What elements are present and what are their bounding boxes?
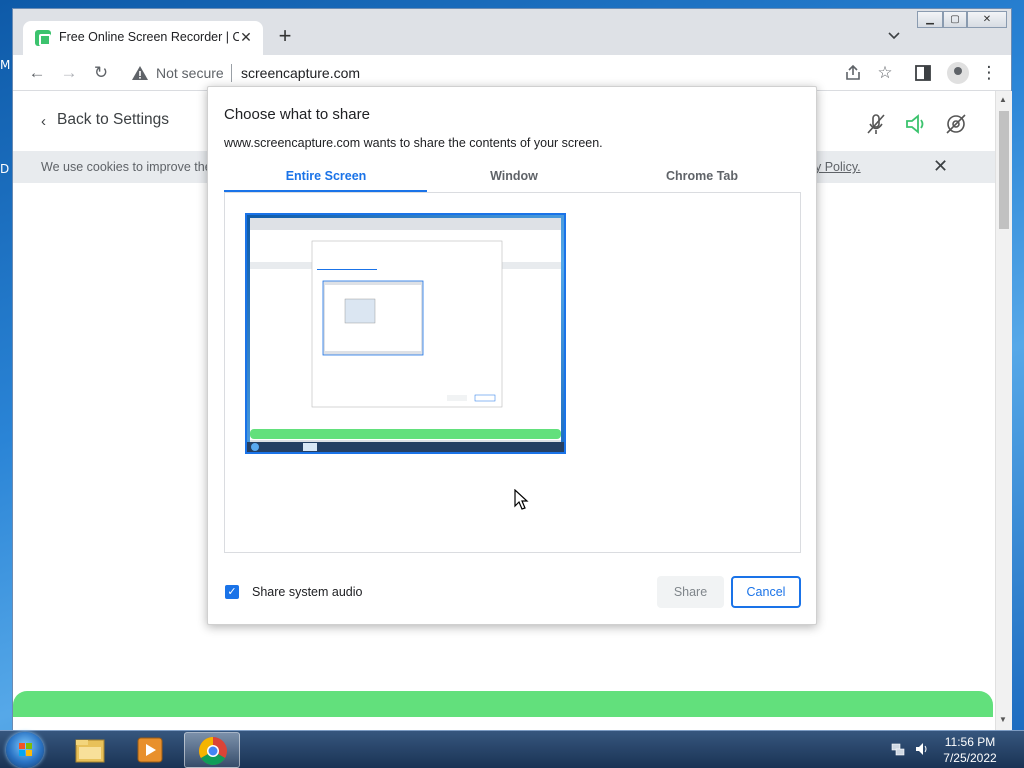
active-tab-underline — [224, 190, 427, 192]
cookie-text: We use cookies to improve the — [41, 160, 212, 174]
security-status[interactable]: Not secure — [156, 65, 224, 81]
browser-tab[interactable]: Free Online Screen Recorder | Or ✕ — [23, 21, 263, 55]
tab-entire-screen[interactable]: Entire Screen — [231, 169, 421, 183]
file-explorer-icon — [75, 739, 105, 763]
scroll-up-icon[interactable]: ▲ — [999, 95, 1007, 104]
side-panel-icon[interactable] — [913, 63, 933, 83]
more-menu-icon[interactable]: ⋮ — [979, 63, 999, 83]
tab-search-chevron-icon[interactable] — [885, 27, 903, 45]
taskbar-chrome[interactable] — [184, 732, 240, 768]
cookie-close-icon[interactable]: ✕ — [933, 156, 948, 177]
network-icon[interactable] — [890, 741, 906, 757]
maximize-button[interactable]: ▢ — [943, 11, 967, 28]
camera-off-icon[interactable] — [943, 111, 969, 137]
speaker-on-icon[interactable] — [903, 111, 929, 137]
media-player-icon — [137, 737, 163, 763]
clock-date: 7/25/2022 — [943, 751, 997, 765]
mouse-cursor-icon — [514, 489, 529, 510]
address-bar-url[interactable]: screencapture.com — [241, 65, 360, 81]
scrollbar-thumb[interactable] — [999, 111, 1009, 229]
screen-preview-image — [247, 215, 564, 452]
back-to-settings-link[interactable]: Back to Settings — [57, 111, 169, 129]
new-tab-button[interactable]: + — [273, 25, 297, 49]
minimize-button[interactable]: ▁ — [917, 11, 943, 28]
share-button[interactable]: Share — [657, 576, 724, 608]
back-arrow-icon[interactable]: ← — [27, 63, 47, 83]
recorder-green-bar — [13, 691, 993, 717]
share-screen-dialog: Choose what to share www.screencapture.c… — [207, 86, 817, 625]
volume-icon[interactable] — [914, 741, 930, 757]
page-scrollbar[interactable]: ▲ ▼ — [995, 91, 1012, 731]
screen-recorder-favicon-icon — [35, 30, 51, 46]
address-separator — [231, 64, 232, 82]
dialog-subtitle: www.screencapture.com wants to share the… — [224, 136, 603, 150]
system-clock[interactable]: 11:56 PM 7/25/2022 — [930, 734, 1010, 766]
cancel-button[interactable]: Cancel — [731, 576, 801, 608]
entire-screen-thumbnail[interactable] — [245, 213, 566, 454]
forward-arrow-icon[interactable]: → — [59, 63, 79, 83]
share-audio-checkbox[interactable]: ✓ — [225, 585, 239, 599]
tab-window[interactable]: Window — [419, 169, 609, 183]
chrome-icon — [199, 737, 227, 765]
start-button[interactable] — [6, 732, 44, 768]
warning-triangle-icon[interactable] — [131, 64, 149, 82]
mic-off-icon[interactable] — [863, 111, 889, 137]
desktop-edge-text: D — [0, 162, 10, 176]
share-page-icon[interactable] — [843, 63, 863, 83]
windows-logo-icon — [19, 743, 33, 757]
tab-close-icon[interactable]: ✕ — [237, 28, 255, 46]
title-bar: Free Online Screen Recorder | Or ✕ + ▁ ▢… — [13, 9, 1011, 55]
taskbar: 11:56 PM 7/25/2022 — [0, 730, 1024, 768]
share-audio-label: Share system audio — [252, 585, 363, 599]
share-source-panel — [224, 193, 801, 553]
share-source-tabs: Entire Screen Window Chrome Tab — [224, 167, 801, 193]
back-chevron-icon[interactable]: ‹ — [41, 113, 46, 130]
dialog-title: Choose what to share — [224, 106, 370, 123]
profile-avatar-icon[interactable] — [947, 62, 969, 84]
tab-title: Free Online Screen Recorder | Or — [59, 30, 239, 44]
close-window-button[interactable]: ✕ — [967, 11, 1007, 28]
privacy-policy-link[interactable]: y Policy. — [815, 160, 861, 174]
taskbar-media-player[interactable] — [122, 732, 178, 768]
scroll-down-icon[interactable]: ▼ — [999, 715, 1007, 724]
desktop-edge-text: M — [0, 58, 11, 72]
taskbar-file-explorer[interactable] — [62, 732, 118, 768]
tab-chrome-tab[interactable]: Chrome Tab — [607, 169, 797, 183]
bookmark-star-icon[interactable]: ☆ — [875, 63, 895, 83]
clock-time: 11:56 PM — [944, 735, 996, 749]
reload-icon[interactable]: ↻ — [91, 63, 111, 83]
